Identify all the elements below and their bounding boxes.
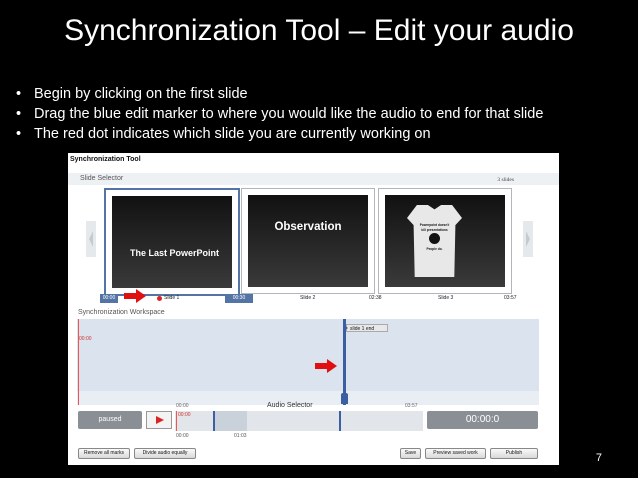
slide-3-label: Slide 3 xyxy=(438,295,454,301)
bullet-list: Begin by clicking on the first slide Dra… xyxy=(14,84,543,144)
slide-2-end-time: 02:38 xyxy=(369,295,382,301)
slide-2-preview: Observation xyxy=(248,195,368,287)
slide-selector-label: Slide Selector xyxy=(80,175,124,182)
bullet-item: The red dot indicates which slide you ar… xyxy=(14,124,543,144)
audio-start-time: 00:00 xyxy=(176,403,189,409)
audio-sub-start-time: 00:00 xyxy=(176,433,189,439)
marker-flag-icon xyxy=(344,325,348,331)
audio-selection[interactable] xyxy=(213,411,247,431)
workspace-playhead xyxy=(78,319,79,405)
slide-thumbnail-1[interactable]: The Last PowerPoint xyxy=(104,188,240,296)
slide-1-label: Slide 1 xyxy=(164,295,180,301)
play-icon xyxy=(156,416,164,424)
save-button[interactable]: Save xyxy=(400,448,421,459)
audio-end-time: 03:57 xyxy=(405,403,418,409)
tshirt-text-line: Powerpoint doesn't xyxy=(419,223,450,227)
slide-selector-header xyxy=(68,173,559,185)
play-button[interactable] xyxy=(146,411,172,429)
audio-slide-marker[interactable] xyxy=(339,411,341,431)
preview-saved-work-button[interactable]: Preview saved work xyxy=(425,448,486,459)
tshirt-text-line: kill presentations xyxy=(421,228,448,232)
slide-2-label: Slide 2 xyxy=(300,295,316,301)
red-pointer-arrow-icon xyxy=(315,359,337,373)
next-slides-arrow-icon[interactable] xyxy=(523,221,533,257)
audio-playhead xyxy=(176,411,177,431)
slide-count: 3 slides xyxy=(497,177,514,183)
audio-marker-time: 00:00 xyxy=(178,412,191,418)
publish-button[interactable]: Publish xyxy=(490,448,538,459)
sync-tool-screenshot: Synchronization Tool Slide Selector 3 sl… xyxy=(68,153,559,465)
slide-3-end-time: 03:57 xyxy=(504,295,517,301)
current-slide-dot-icon xyxy=(157,296,162,301)
slide-thumbnail-3[interactable]: Powerpoint doesn't kill presentations Pe… xyxy=(378,188,512,294)
page-number: 7 xyxy=(595,452,602,464)
bullet-item: Drag the blue edit marker to where you w… xyxy=(14,104,543,124)
edit-marker-handle[interactable] xyxy=(341,393,348,404)
slide-3-preview: Powerpoint doesn't kill presentations Pe… xyxy=(385,195,505,287)
tool-title: Synchronization Tool xyxy=(70,156,141,163)
workspace-label: Synchronization Workspace xyxy=(78,309,165,316)
tshirt-image: Powerpoint doesn't kill presentations Pe… xyxy=(407,205,462,277)
remove-all-marks-button[interactable]: Remove all marks xyxy=(78,448,130,459)
prev-slides-arrow-icon[interactable] xyxy=(86,221,96,257)
slide-title: Synchronization Tool – Edit your audio xyxy=(64,14,574,47)
red-pointer-arrow-icon xyxy=(124,289,146,303)
slide-1-preview: The Last PowerPoint xyxy=(112,196,232,288)
audio-sub-mark-time: 01:03 xyxy=(234,433,247,439)
face-icon xyxy=(429,233,440,244)
bullet-item: Begin by clicking on the first slide xyxy=(14,84,543,104)
workspace-start-time: 00:00 xyxy=(79,336,92,342)
marker-tag: slide 1 end xyxy=(346,324,388,332)
tshirt-text-line: People do. xyxy=(426,247,443,251)
audio-selector-label: Audio Selector xyxy=(267,402,313,409)
divide-audio-equally-button[interactable]: Divide audio equally xyxy=(134,448,196,459)
current-time-display: 00:00:0 xyxy=(427,411,538,429)
slide-2-text: Observation xyxy=(274,221,342,233)
slide-1-start-time: 00:00 xyxy=(100,294,118,303)
slide-1-end-time: 00:30 xyxy=(225,294,253,303)
slide-1-text: The Last PowerPoint xyxy=(130,248,220,258)
slide-thumbnail-2[interactable]: Observation xyxy=(241,188,375,294)
playback-status: paused xyxy=(78,411,142,429)
workspace-track[interactable] xyxy=(77,319,539,391)
audio-selection-start-handle[interactable] xyxy=(213,411,215,431)
